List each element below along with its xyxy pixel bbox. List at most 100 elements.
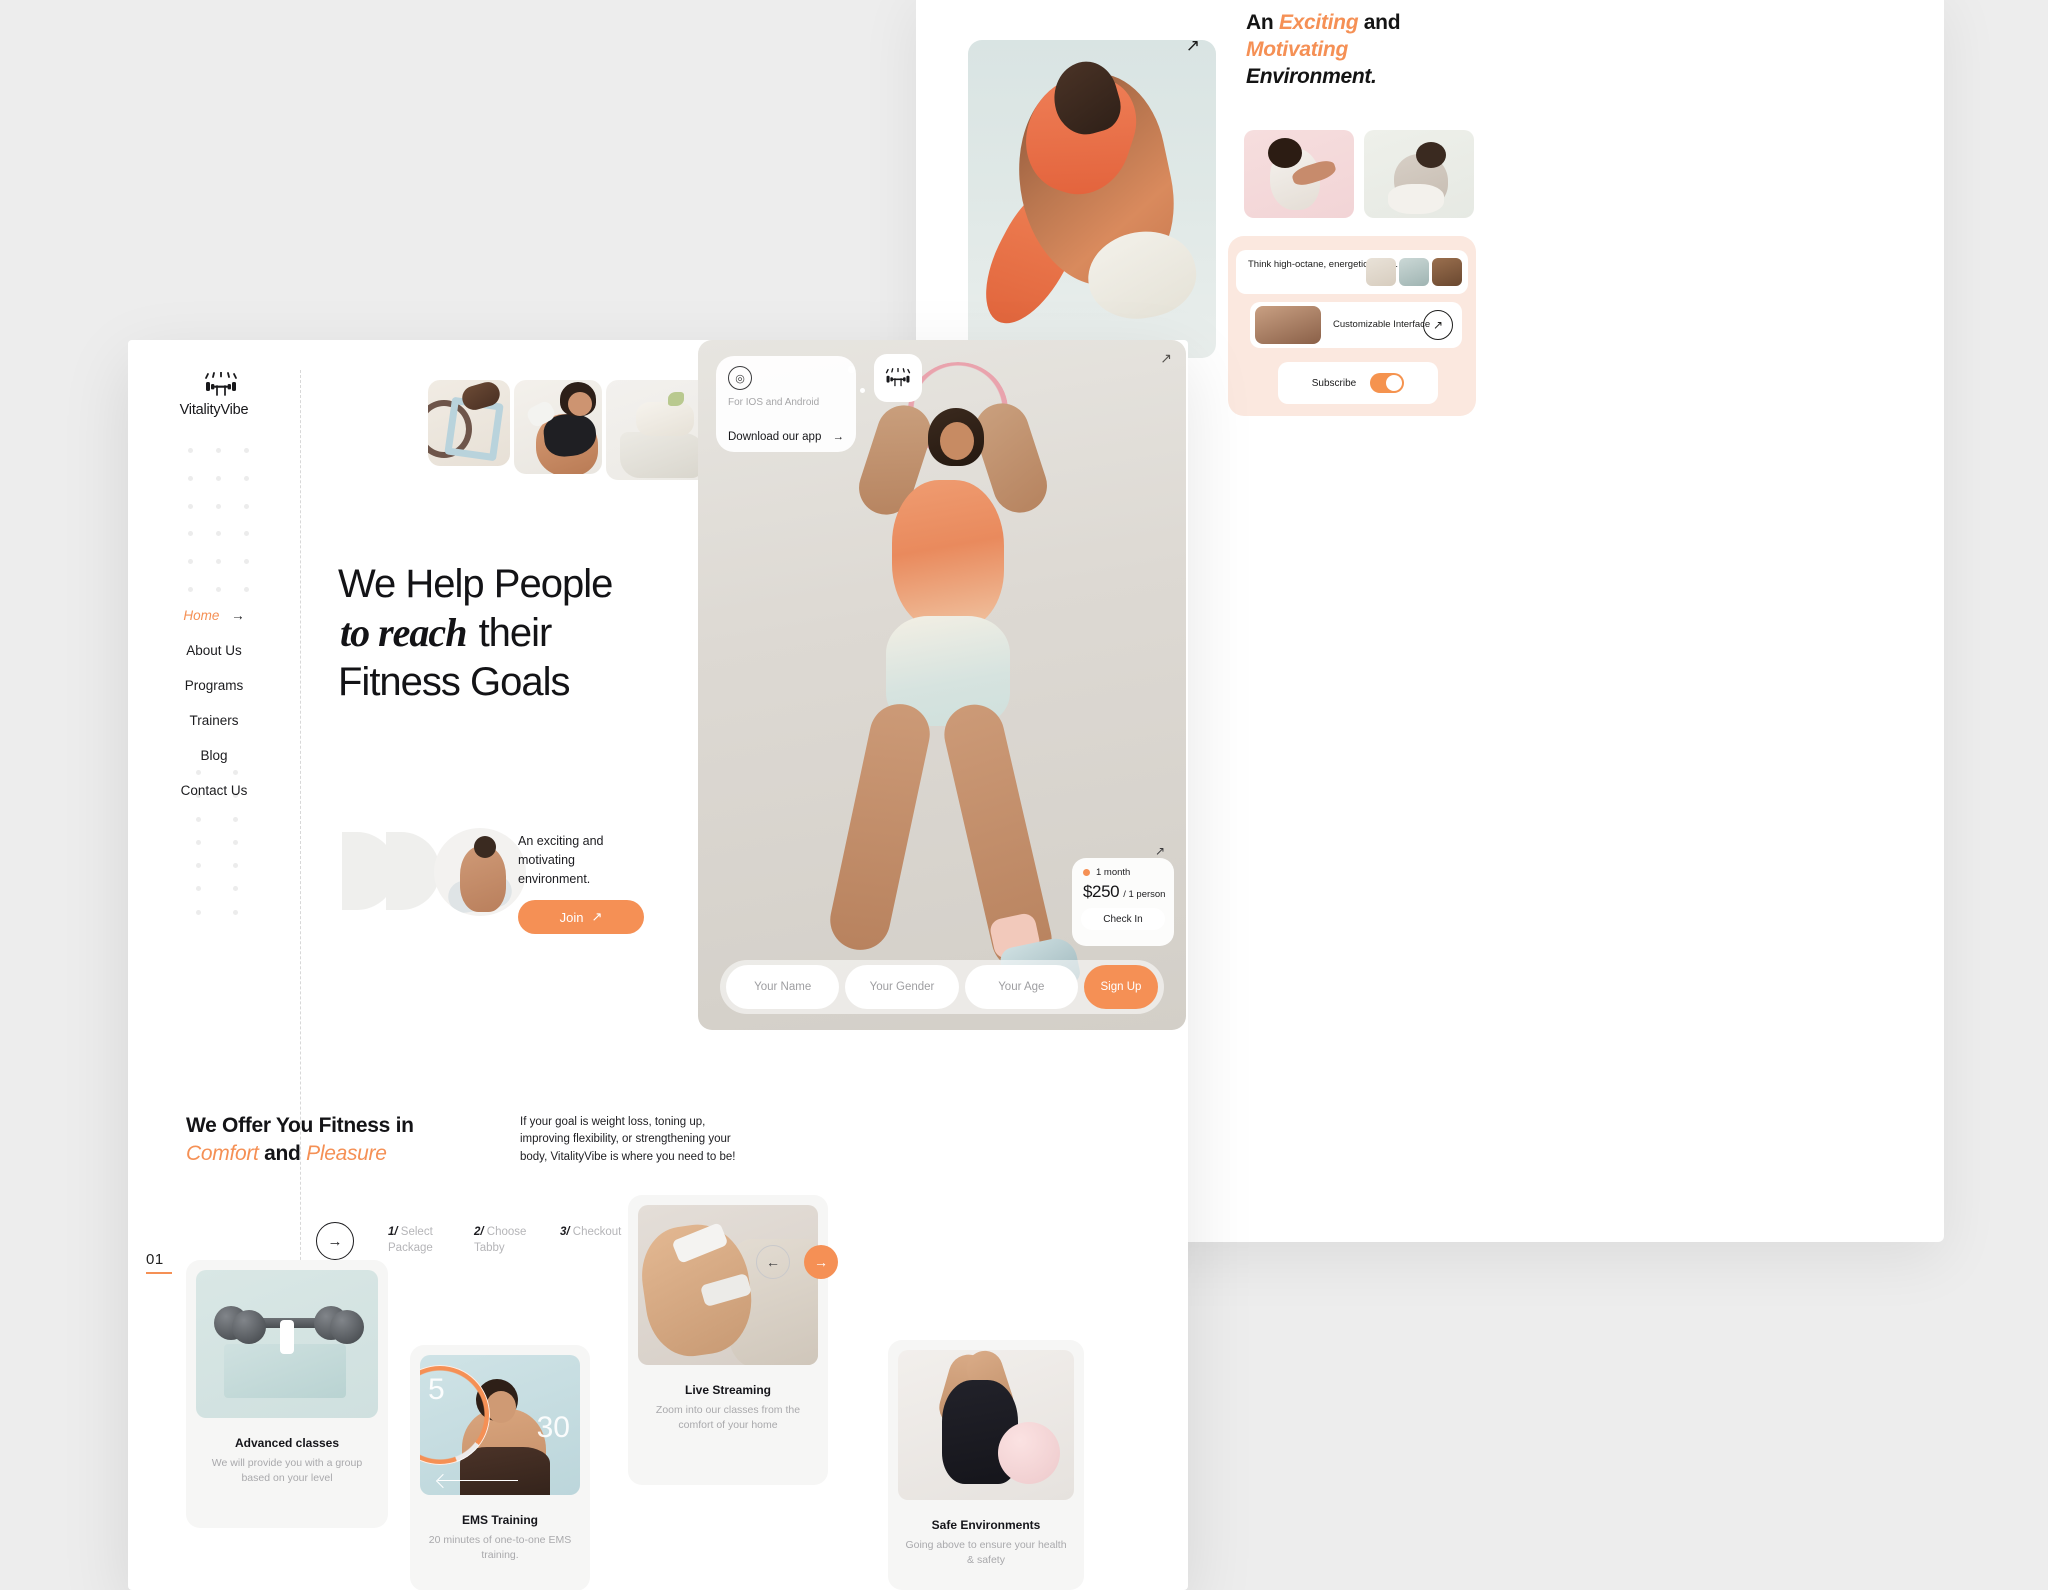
offer-card-advanced-classes[interactable]: Advanced classes We will provide you wit…: [186, 1260, 388, 1528]
sidebar-item-label: Contact Us: [180, 783, 248, 798]
hero-title-italic: to reach: [340, 609, 467, 655]
arrow-left-icon: [438, 1479, 518, 1481]
status-dot: [1083, 869, 1090, 876]
offer-card-desc: Zoom into our classes from the comfort o…: [655, 1404, 801, 1432]
price-value: $250: [1083, 882, 1120, 901]
environment-heading-exciting: Exciting: [1278, 11, 1359, 34]
gender-input[interactable]: Your Gender: [845, 965, 959, 1009]
sidebar-item-programs[interactable]: Programs: [128, 668, 300, 703]
offer-heading: We Offer You Fitness in Comfort and Plea…: [186, 1112, 414, 1167]
sidebar-item-blog[interactable]: Blog: [128, 738, 300, 773]
signup-form: Your Name Your Gender Your Age Sign Up: [720, 960, 1164, 1014]
music-thumbnails: [1366, 258, 1462, 286]
step-item[interactable]: 3/ Checkout: [560, 1225, 622, 1256]
offer-heading-comfort: Comfort: [186, 1141, 259, 1165]
join-button[interactable]: Join ↗: [518, 900, 644, 934]
offer-card-title: Safe Environments: [931, 1518, 1041, 1532]
step-number: 3/: [560, 1226, 570, 1239]
interface-arrow-icon[interactable]: ↗: [1423, 310, 1453, 340]
offer-carousel-controls: ← →: [756, 1245, 838, 1279]
download-app-label: Download our app: [728, 431, 822, 443]
name-input[interactable]: Your Name: [726, 965, 840, 1009]
hero-title-line1: We Help People: [338, 562, 613, 606]
sidebar-item-home[interactable]: Home →: [128, 598, 300, 633]
environment-heading-pre: An: [1246, 11, 1274, 34]
offer-card-desc: We will provide you with a group based o…: [211, 1457, 363, 1485]
offer-card-safe-environments[interactable]: Safe Environments Going above to ensure …: [888, 1340, 1084, 1590]
offer-card-image: 5 30: [420, 1355, 580, 1495]
share-icon: ◎: [728, 366, 752, 390]
check-in-button[interactable]: Check In: [1081, 908, 1165, 930]
offer-card-title: Advanced classes: [234, 1436, 340, 1450]
offer-copy: If your goal is weight loss, toning up, …: [520, 1116, 736, 1163]
sidebar-item-contact-us[interactable]: Contact Us: [128, 773, 300, 808]
environment-heading-tail: Environment.: [1246, 64, 1377, 88]
screenshot-canvas: ↗ An Exciting and Motivating Environment…: [0, 0, 2048, 1590]
environment-heading: An Exciting and Motivating Environment.: [1246, 10, 1476, 91]
offer-heading-pleasure: Pleasure: [306, 1141, 387, 1165]
sidebar-item-label: Home: [183, 608, 220, 623]
ems-overlay-left: 5: [428, 1373, 445, 1406]
join-label: Join: [559, 909, 584, 925]
offer-next-button[interactable]: →: [804, 1245, 838, 1279]
step-label: Checkout: [572, 1226, 622, 1239]
dumbbell-icon: [885, 368, 911, 387]
arrow-up-right-icon: ↗: [591, 909, 603, 924]
environment-hero-photo: ↗: [968, 40, 1216, 358]
step-number: 2/: [474, 1226, 484, 1239]
sign-up-button[interactable]: Sign Up: [1083, 965, 1158, 1009]
environment-heading-and: and: [1363, 11, 1401, 34]
environment-photo-2: [1364, 130, 1474, 218]
offer-card-title: EMS Training: [461, 1513, 538, 1527]
hero-title-line3: Fitness Goals: [338, 659, 571, 704]
offer-card-image: [638, 1205, 818, 1365]
environment-heading-motivating: Motivating: [1246, 37, 1348, 61]
interface-label: Customizable Interface: [1333, 318, 1431, 330]
hero-title-rest: their: [478, 610, 553, 655]
price-card: ↗ 1 month $250/ 1 person Check In: [1072, 844, 1174, 946]
ems-overlay-right: 30: [536, 1411, 570, 1444]
hero-app-card: ◎ For IOS and Android Download our app →: [698, 340, 1186, 1030]
next-slide-button[interactable]: →: [316, 1222, 354, 1260]
offer-heading-line1: We Offer You Fitness in: [186, 1114, 414, 1137]
download-app-card[interactable]: ◎ For IOS and Android Download our app →: [716, 356, 856, 452]
sidebar-item-trainers[interactable]: Trainers: [128, 703, 300, 738]
gallery-image-athlete: [514, 380, 602, 474]
customizable-interface-row[interactable]: Customizable Interface ↗: [1250, 302, 1462, 348]
subscribe-label: Subscribe: [1311, 377, 1357, 389]
sidebar-item-about-us[interactable]: About Us: [128, 633, 300, 668]
checkout-steps: → 1/ Select Package 2/ Choose Tabby 3/ C…: [316, 1222, 622, 1260]
hero-model-photo: [816, 360, 1083, 1030]
offer-card-image: [898, 1350, 1074, 1500]
offer-card-live-streaming[interactable]: Live Streaming Zoom into our classes fro…: [628, 1195, 828, 1485]
main-page-panel: VitalityVibe Home → About Us Programs Tr…: [128, 340, 1188, 1590]
age-input[interactable]: Your Age: [964, 965, 1078, 1009]
pager-bar: [146, 1271, 172, 1274]
subscribe-toggle[interactable]: [1370, 373, 1405, 393]
offer-card-ems-training[interactable]: 5 30 EMS Training 20 minutes of one-to-o…: [410, 1345, 590, 1590]
offer-card-title: Live Streaming: [684, 1383, 772, 1397]
step-item[interactable]: 1/ Select Package: [388, 1225, 450, 1256]
environment-feature-card: Think high-octane, energetic music. Cust…: [1228, 236, 1476, 416]
pager-number: 01: [146, 1250, 164, 1268]
app-icon-tile[interactable]: [874, 354, 922, 402]
offer-card-image: [196, 1270, 378, 1418]
arrow-right-icon: →: [231, 608, 245, 623]
offer-card-desc: Going above to ensure your health & safe…: [905, 1539, 1067, 1567]
platform-note: For IOS and Android: [728, 397, 820, 408]
offer-prev-button[interactable]: ←: [756, 1245, 790, 1279]
pager-number-wrap: 01: [146, 1250, 172, 1274]
dot-pattern-top: [188, 448, 256, 600]
environment-photo-1: [1244, 130, 1354, 218]
step-item[interactable]: 2/ Choose Tabby: [474, 1225, 536, 1256]
brand-name: VitalityVibe: [179, 402, 249, 418]
dumbbell-icon: [204, 371, 238, 398]
subscribe-row[interactable]: Subscribe: [1278, 362, 1438, 404]
expand-arrow-icon[interactable]: ↗: [1186, 40, 1200, 56]
card-expand-arrow-icon[interactable]: ↗: [1160, 350, 1172, 367]
offer-heading-and: and: [264, 1141, 301, 1165]
hero-decoration: [342, 828, 526, 916]
download-app-link[interactable]: Download our app →: [728, 431, 844, 443]
sidebar-item-label: Programs: [184, 678, 244, 693]
price-expand-arrow-icon[interactable]: ↗: [1155, 844, 1165, 858]
